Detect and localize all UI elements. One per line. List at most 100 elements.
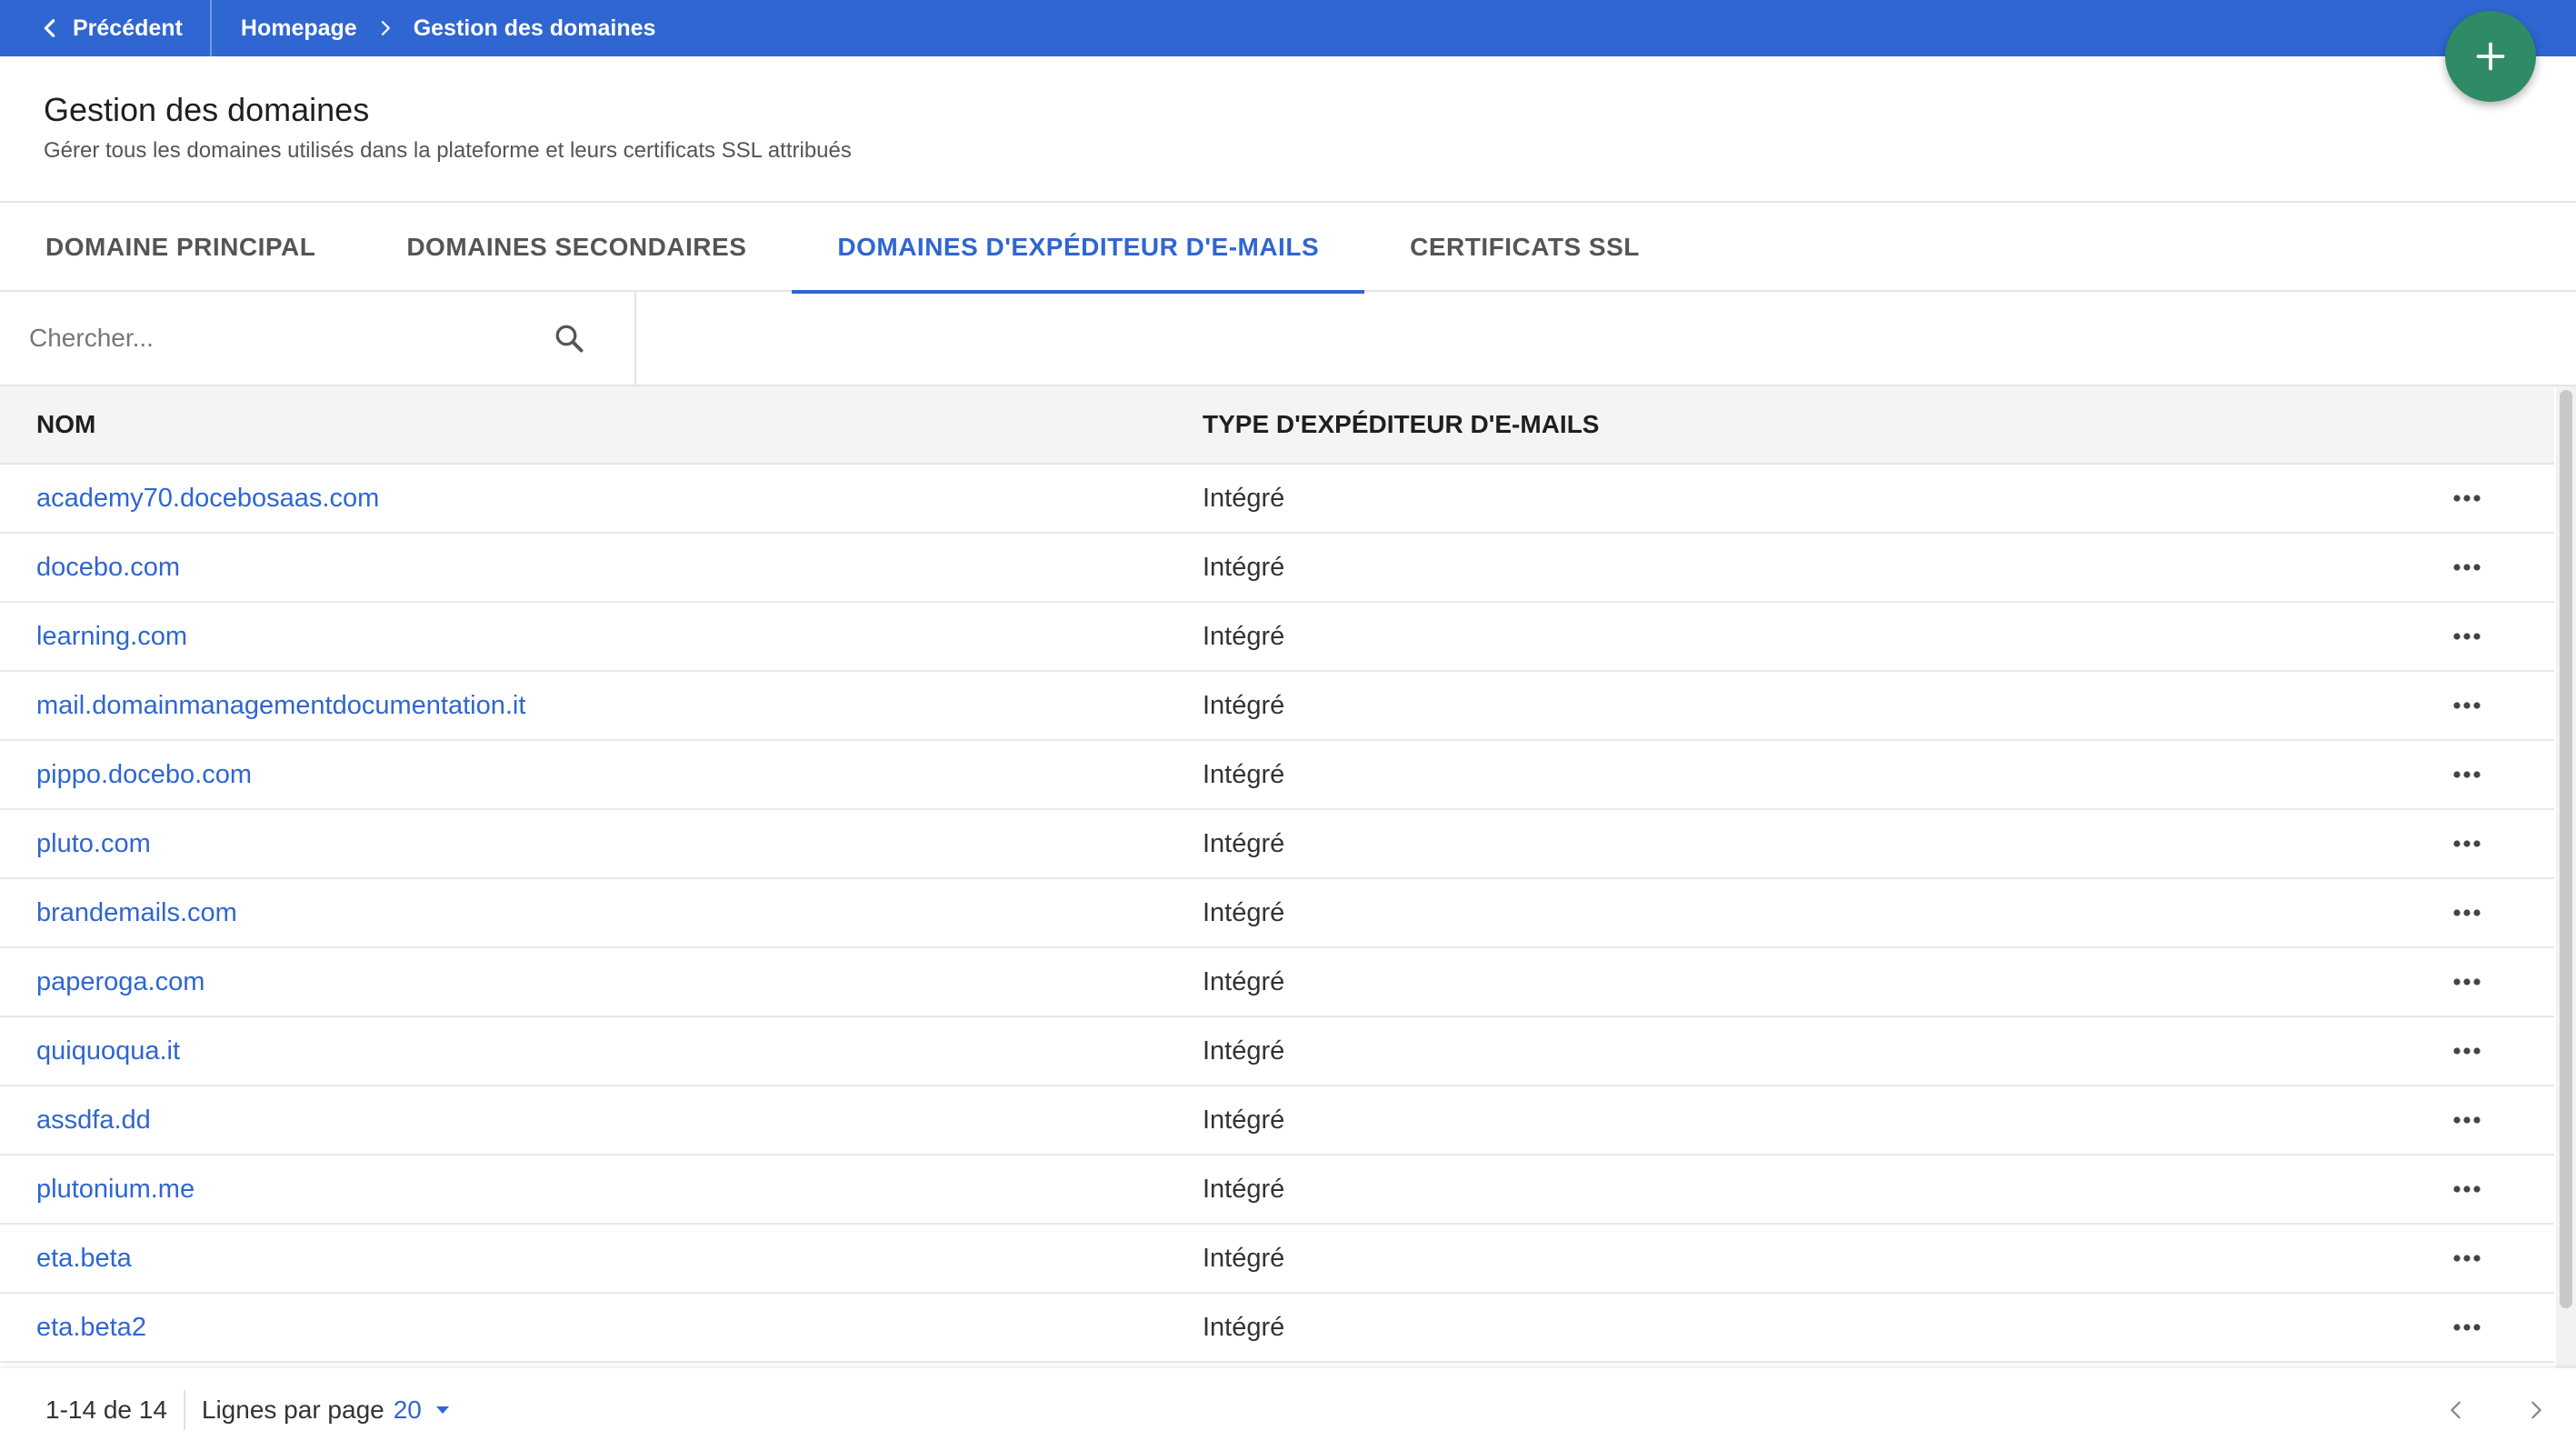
row-actions-button[interactable] <box>2293 563 2554 572</box>
chevron-left-icon <box>44 19 55 37</box>
table-row: docebo.com Intégré <box>0 534 2554 603</box>
domain-name-link[interactable]: docebo.com <box>0 553 1203 583</box>
sender-type-cell: Intégré <box>1203 621 1285 651</box>
domain-name-link[interactable]: pluto.com <box>0 829 1203 859</box>
top-bar: Précédent Homepage Gestion des domaines <box>0 0 2576 56</box>
chevron-left-icon <box>2451 1401 2461 1418</box>
table-row: pluto.com Intégré <box>0 810 2554 879</box>
table-row: plutonium.me Intégré <box>0 1156 2554 1225</box>
more-horizontal-icon <box>2453 702 2481 709</box>
domain-name-link[interactable]: assdfa.dd <box>0 1106 1203 1136</box>
row-actions-button[interactable] <box>2293 701 2554 710</box>
more-horizontal-icon <box>2453 978 2481 986</box>
table-row: assdfa.dd Intégré <box>0 1086 2554 1156</box>
domain-name-link[interactable]: quiquoqua.it <box>0 1036 1203 1066</box>
domain-name-link[interactable]: academy70.docebosaas.com <box>0 484 1203 514</box>
row-actions-button[interactable] <box>2293 632 2554 641</box>
pagination-range: 1-14 de 14 <box>0 1389 185 1430</box>
sender-type-cell: Intégré <box>1203 690 1285 720</box>
back-button[interactable]: Précédent <box>0 0 212 56</box>
sender-type-cell: Intégré <box>1203 1036 1285 1066</box>
sender-type-cell: Intégré <box>1203 897 1285 927</box>
row-actions-button[interactable] <box>2293 494 2554 503</box>
tab-domaines-expediteur[interactable]: DOMAINES D'EXPÉDITEUR D'E-MAILS <box>792 203 1364 294</box>
pager <box>2416 1368 2576 1451</box>
scrollbar-thumb[interactable] <box>2560 390 2572 1308</box>
page-header: Gestion des domaines Gérer tous les doma… <box>44 91 852 164</box>
row-actions-button[interactable] <box>2293 770 2554 779</box>
add-domain-button[interactable] <box>2445 11 2536 102</box>
domain-name-link[interactable]: mail.domainmanagementdocumentation.it <box>0 691 1203 721</box>
chevron-right-icon <box>381 21 390 35</box>
row-actions-button[interactable] <box>2293 1116 2554 1125</box>
more-horizontal-icon <box>2453 1116 2481 1124</box>
search-input[interactable] <box>29 324 538 353</box>
row-actions-button[interactable] <box>2293 1046 2554 1056</box>
row-actions-button[interactable] <box>2293 839 2554 848</box>
next-page-button[interactable] <box>2496 1368 2576 1451</box>
domain-name-link[interactable]: eta.beta <box>0 1244 1203 1274</box>
row-actions-button[interactable] <box>2293 908 2554 917</box>
column-header-type[interactable]: TYPE D'EXPÉDITEUR D'E-MAILS <box>1203 410 2293 439</box>
domain-name-link[interactable]: brandemails.com <box>0 898 1203 928</box>
more-horizontal-icon <box>2453 771 2481 778</box>
more-horizontal-icon <box>2453 1186 2481 1193</box>
row-actions-button[interactable] <box>2293 1185 2554 1194</box>
more-horizontal-icon <box>2453 495 2481 502</box>
page-title: Gestion des domaines <box>44 91 370 128</box>
sender-type-cell: Intégré <box>1203 552 1285 582</box>
tab-domaines-secondaires[interactable]: DOMAINES SECONDAIRES <box>361 203 792 292</box>
domain-name-link[interactable]: plutonium.me <box>0 1175 1203 1205</box>
domain-name-link[interactable]: eta.beta2 <box>0 1313 1203 1343</box>
sender-type-cell: Intégré <box>1203 759 1285 789</box>
more-horizontal-icon <box>2453 840 2481 847</box>
breadcrumb-homepage[interactable]: Homepage <box>241 15 357 42</box>
row-actions-button[interactable] <box>2293 977 2554 986</box>
scrollbar[interactable] <box>2556 386 2576 1368</box>
table-row: brandemails.com Intégré <box>0 879 2554 948</box>
pagination-bar: 1-14 de 14 Lignes par page 20 <box>0 1368 2576 1451</box>
more-horizontal-icon <box>2453 1047 2481 1055</box>
domain-name-link[interactable]: pippo.docebo.com <box>0 760 1203 790</box>
row-actions-button[interactable] <box>2293 1254 2554 1263</box>
more-horizontal-icon <box>2453 633 2481 640</box>
plus-icon <box>2476 42 2505 71</box>
sender-type-cell: Intégré <box>1203 1312 1285 1342</box>
domain-name-link[interactable]: learning.com <box>0 622 1203 652</box>
breadcrumb: Homepage Gestion des domaines <box>212 15 656 42</box>
domains-table: NOM TYPE D'EXPÉDITEUR D'E-MAILS academy7… <box>0 386 2554 1368</box>
rows-per-page-select[interactable]: 20 <box>394 1396 451 1425</box>
table-body: academy70.docebosaas.com Intégré docebo.co… <box>0 465 2554 1363</box>
previous-page-button[interactable] <box>2416 1368 2496 1451</box>
tab-certificats-ssl[interactable]: CERTIFICATS SSL <box>1364 203 1685 292</box>
page-subtitle: Gérer tous les domaines utilisés dans la… <box>44 138 852 163</box>
row-actions-button[interactable] <box>2293 1323 2554 1332</box>
table-row: academy70.docebosaas.com Intégré <box>0 465 2554 534</box>
sender-type-cell: Intégré <box>1203 1105 1285 1135</box>
table-row: mail.domainmanagementdocumentation.it Int… <box>0 672 2554 741</box>
table-row: quiquoqua.it Intégré <box>0 1017 2554 1086</box>
rows-per-page-label: Lignes par page <box>201 1395 384 1424</box>
more-horizontal-icon <box>2453 1255 2481 1262</box>
tab-bar: DOMAINE PRINCIPAL DOMAINES SECONDAIRES D… <box>0 203 2576 294</box>
caret-down-icon <box>435 1406 449 1414</box>
table-row: eta.beta2 Intégré <box>0 1294 2554 1363</box>
sender-type-cell: Intégré <box>1203 966 1285 996</box>
rows-per-page-value: 20 <box>393 1395 422 1424</box>
table-row: learning.com Intégré <box>0 603 2554 672</box>
sender-type-cell: Intégré <box>1203 1174 1285 1204</box>
tab-domaine-principal[interactable]: DOMAINE PRINCIPAL <box>0 203 361 292</box>
table-header: NOM TYPE D'EXPÉDITEUR D'E-MAILS <box>0 386 2554 465</box>
sender-type-cell: Intégré <box>1203 483 1285 513</box>
sender-type-cell: Intégré <box>1203 1243 1285 1273</box>
back-button-label: Précédent <box>73 15 183 41</box>
column-header-name[interactable]: NOM <box>0 410 1203 439</box>
chevron-right-icon <box>2531 1401 2541 1418</box>
search-icon[interactable] <box>553 322 585 355</box>
search-box <box>0 292 636 385</box>
breadcrumb-current: Gestion des domaines <box>413 15 656 41</box>
more-horizontal-icon <box>2453 1324 2481 1331</box>
table-row: eta.beta Intégré <box>0 1225 2554 1294</box>
domain-name-link[interactable]: paperoga.com <box>0 967 1203 997</box>
more-horizontal-icon <box>2453 564 2481 571</box>
